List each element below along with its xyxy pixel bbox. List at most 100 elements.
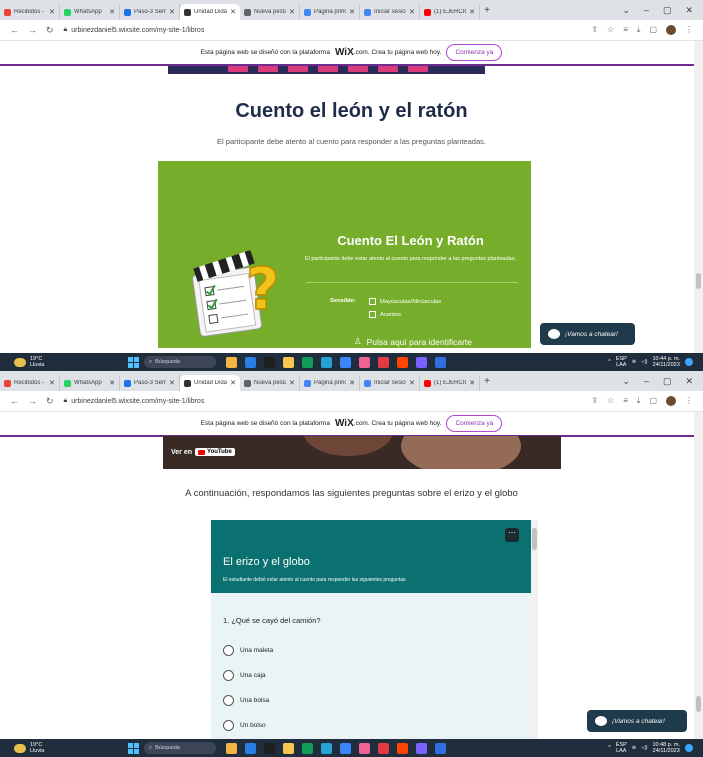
scrollbar-thumb[interactable] [696, 273, 701, 289]
menu-icon[interactable]: ⋮ [685, 396, 693, 406]
app-icon[interactable] [321, 742, 332, 754]
close-tab-icon[interactable]: ✕ [469, 8, 475, 16]
form-scrollbar-thumb[interactable] [532, 528, 537, 550]
browser-tab[interactable]: Iniciar sesió ✕ [360, 375, 420, 391]
option-accents[interactable]: Acentos [369, 311, 401, 318]
speaker-icon[interactable]: ◁) [641, 359, 647, 366]
start-now-button[interactable]: Comienza ya [446, 415, 503, 432]
answer-option[interactable]: Una caja [223, 670, 266, 681]
weather-widget[interactable]: 19°C Lluvia [0, 742, 120, 754]
start-button[interactable] [128, 742, 139, 754]
app-icon[interactable] [226, 356, 237, 368]
notification-icon[interactable] [685, 744, 693, 752]
more-options-button[interactable]: ⋯ [505, 528, 519, 542]
close-tab-icon[interactable]: ✕ [109, 8, 115, 16]
reload-icon[interactable]: ↻ [46, 396, 54, 407]
app-icon[interactable] [283, 742, 294, 754]
browser-tab[interactable]: WhatsApp ✕ [60, 4, 120, 20]
app-icon[interactable] [302, 742, 313, 754]
youtube-video[interactable]: Ver en YouTube [163, 436, 561, 469]
close-tab-icon[interactable]: ✕ [469, 379, 475, 387]
url-field[interactable]: 🔒︎ urbinezdaniel5.wixsite.com/my-site-1/… [64, 26, 592, 34]
app-icon[interactable] [435, 356, 446, 368]
wifi-icon[interactable]: ≋ [632, 359, 637, 366]
answer-option[interactable]: Una maleta [223, 645, 273, 656]
form-scrollbar[interactable] [531, 524, 538, 757]
reading-list-icon[interactable]: ≡ [623, 25, 628, 35]
forward-icon[interactable]: → [28, 396, 37, 407]
app-icon[interactable] [378, 742, 389, 754]
share-icon[interactable]: ⇪ [591, 25, 598, 35]
close-tab-icon[interactable]: ✕ [349, 379, 355, 387]
app-icon[interactable] [245, 742, 256, 754]
close-tab-icon[interactable]: ✕ [230, 379, 236, 387]
close-tab-icon[interactable]: ✕ [169, 379, 175, 387]
app-icon[interactable] [378, 356, 389, 368]
maximize-icon[interactable]: ▢ [663, 5, 672, 16]
sidebar-icon[interactable]: ▢ [649, 25, 657, 35]
browser-tab[interactable]: Nueva pesta ✕ [240, 4, 300, 20]
browser-tab[interactable]: (1) EJERCICI✕ [420, 4, 480, 20]
app-icon[interactable] [302, 356, 313, 368]
checkbox-icon[interactable] [369, 298, 376, 305]
close-tab-icon[interactable]: ✕ [49, 8, 55, 16]
chat-button[interactable]: ¡Vamos a chatear! [587, 710, 687, 732]
start-now-button[interactable]: Comienza ya [446, 44, 503, 61]
taskbar-search[interactable]: ⌕ Búsqueda [144, 356, 216, 368]
reload-icon[interactable]: ↻ [46, 25, 54, 36]
app-icon[interactable] [340, 356, 351, 368]
app-icon[interactable] [264, 356, 275, 368]
close-window-icon[interactable]: ✕ [685, 5, 693, 16]
speaker-icon[interactable]: ◁) [641, 745, 647, 752]
clock[interactable]: 10:48 p. m. 24/11/2023 [652, 742, 680, 755]
new-tab-button[interactable]: + [480, 376, 494, 387]
app-icon[interactable] [245, 356, 256, 368]
answer-option[interactable]: Una bolsa [223, 695, 269, 706]
browser-tab[interactable]: Recibidos - ✕ [0, 4, 60, 20]
wifi-icon[interactable]: ≋ [632, 745, 637, 752]
menu-icon[interactable]: ⋮ [685, 25, 693, 35]
minimize-icon[interactable]: – [644, 5, 649, 16]
share-icon[interactable]: ⇪ [591, 396, 598, 406]
radio-icon[interactable] [223, 645, 234, 656]
start-button[interactable] [128, 356, 139, 368]
app-icon[interactable] [359, 356, 370, 368]
close-window-icon[interactable]: ✕ [685, 376, 693, 387]
browser-tab[interactable]: Paso-3 Semi ✕ [120, 375, 180, 391]
forward-icon[interactable]: → [28, 25, 37, 36]
browser-tab[interactable]: Página princ ✕ [300, 375, 360, 391]
taskbar-search[interactable]: ⌕ Búsqueda [144, 742, 216, 754]
chevron-down-icon[interactable]: ⌄ [622, 5, 630, 16]
notification-icon[interactable] [685, 358, 693, 366]
app-icon[interactable] [397, 742, 408, 754]
tray-overflow-icon[interactable]: ^ [608, 745, 611, 752]
star-icon[interactable]: ☆ [607, 396, 614, 406]
page-scrollbar[interactable] [694, 412, 703, 739]
language-indicator[interactable]: ESP LAA [616, 742, 627, 755]
app-icon[interactable] [416, 742, 427, 754]
browser-tab[interactable]: Recibidos - ✕ [0, 375, 60, 391]
browser-tab[interactable]: Unidad Didá ✕ [180, 375, 240, 391]
watch-on-youtube[interactable]: Ver en YouTube [171, 448, 235, 456]
app-icon[interactable] [397, 356, 408, 368]
app-icon[interactable] [321, 356, 332, 368]
new-tab-button[interactable]: + [480, 5, 494, 16]
maximize-icon[interactable]: ▢ [663, 376, 672, 387]
app-icon[interactable] [226, 742, 237, 754]
close-tab-icon[interactable]: ✕ [289, 8, 295, 16]
app-icon[interactable] [435, 742, 446, 754]
browser-tab[interactable]: WhatsApp ✕ [60, 375, 120, 391]
reading-list-icon[interactable]: ≡ [623, 396, 628, 406]
app-icon[interactable] [416, 356, 427, 368]
radio-icon[interactable] [223, 695, 234, 706]
close-tab-icon[interactable]: ✕ [230, 8, 236, 16]
app-icon[interactable] [264, 742, 275, 754]
browser-tab[interactable]: Unidad Didá ✕ [180, 4, 240, 20]
chat-button[interactable]: ¡Vamos a chatear! [540, 323, 635, 345]
radio-icon[interactable] [223, 670, 234, 681]
tray-overflow-icon[interactable]: ^ [608, 359, 611, 366]
star-icon[interactable]: ☆ [607, 25, 614, 35]
checkbox-icon[interactable] [369, 311, 376, 318]
close-tab-icon[interactable]: ✕ [409, 379, 415, 387]
browser-tab[interactable]: Paso-3 Semi ✕ [120, 4, 180, 20]
